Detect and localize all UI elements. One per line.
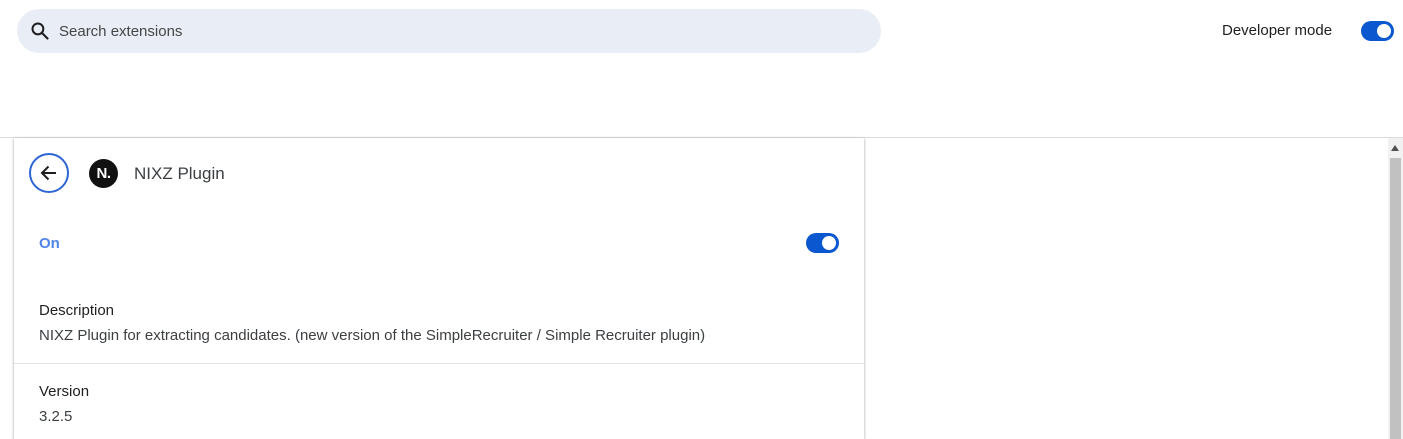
vertical-scrollbar[interactable] <box>1388 138 1403 439</box>
developer-mode-label: Developer mode <box>1222 22 1333 39</box>
section-divider <box>14 363 864 364</box>
extension-name: NIXZ Plugin <box>134 164 225 183</box>
search-bar[interactable] <box>17 9 881 53</box>
toggle-knob <box>1377 24 1391 38</box>
arrow-left-icon <box>40 165 56 181</box>
version-title: Version <box>39 383 90 400</box>
description-title: Description <box>39 302 115 319</box>
back-button[interactable] <box>29 153 69 193</box>
extension-logo: N. <box>89 159 118 188</box>
search-icon <box>31 22 49 40</box>
extension-enabled-toggle[interactable] <box>806 233 839 253</box>
version-value: 3.2.5 <box>39 408 73 425</box>
scroll-up-arrow-icon[interactable] <box>1391 145 1399 151</box>
description-text: NIXZ Plugin for extracting candidates. (… <box>39 327 706 344</box>
search-input[interactable] <box>59 9 859 53</box>
developer-mode-toggle[interactable] <box>1361 21 1394 41</box>
toolbar: Developer mode <box>0 0 1403 137</box>
scrollbar-thumb[interactable] <box>1390 158 1401 439</box>
extension-detail-card: N. NIXZ Plugin On Description NIXZ Plugi… <box>14 138 864 439</box>
status-label: On <box>39 235 60 252</box>
toggle-knob <box>822 236 836 250</box>
